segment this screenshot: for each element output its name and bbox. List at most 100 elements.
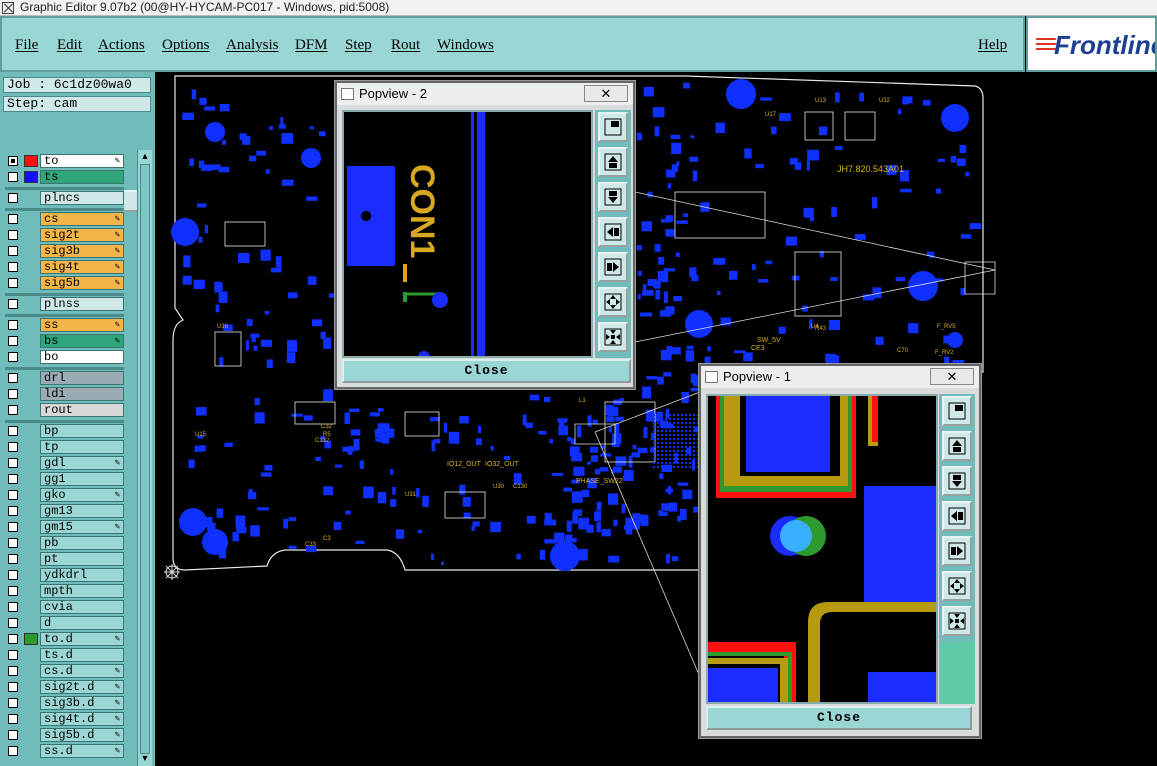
- layer-row-rout[interactable]: rout: [5, 403, 124, 417]
- layer-row-gko[interactable]: gko ✎: [5, 488, 124, 502]
- layer-name[interactable]: rout: [40, 403, 124, 417]
- menu-options[interactable]: Options: [162, 37, 210, 54]
- layer-name[interactable]: cs ✎: [40, 212, 124, 226]
- layer-name[interactable]: gdl ✎: [40, 456, 124, 470]
- layer-name[interactable]: pb: [40, 536, 124, 550]
- layer-name[interactable]: ss ✎: [40, 318, 124, 332]
- popview-2-close-x-button[interactable]: ✕: [584, 85, 628, 102]
- layer-row-ts[interactable]: ts: [5, 170, 124, 184]
- layer-name[interactable]: gm13: [40, 504, 124, 518]
- layer-row-sig3b[interactable]: sig3b ✎: [5, 244, 124, 258]
- layer-row-to[interactable]: to ✎: [5, 154, 124, 168]
- layer-row-ts-d[interactable]: ts.d: [5, 648, 124, 662]
- pcb-board[interactable]: JH7.820.543A01 PHASE_SW22 IO12_OUT IO32_OUT…: [155, 72, 1157, 766]
- layer-row-sig4t-d[interactable]: sig4t.d ✎: [5, 712, 124, 726]
- layer-checkbox[interactable]: [8, 586, 18, 596]
- layer-checkbox[interactable]: [8, 299, 18, 309]
- zoom-fit-icon[interactable]: [598, 112, 628, 142]
- layer-checkbox[interactable]: [8, 474, 18, 484]
- layer-checkbox[interactable]: [8, 352, 18, 362]
- layer-checkbox[interactable]: [8, 682, 18, 692]
- layer-checkbox[interactable]: [8, 522, 18, 532]
- layer-row-tp[interactable]: tp: [5, 440, 124, 454]
- layer-checkbox[interactable]: [8, 320, 18, 330]
- layer-row-to-d[interactable]: to.d ✎: [5, 632, 124, 646]
- layer-name[interactable]: sig4t ✎: [40, 260, 124, 274]
- layer-row-bs[interactable]: bs ✎: [5, 334, 124, 348]
- layer-checkbox[interactable]: [8, 618, 18, 628]
- layer-checkbox[interactable]: [8, 442, 18, 452]
- layer-checkbox[interactable]: [8, 193, 18, 203]
- pan-left-icon[interactable]: [598, 217, 628, 247]
- menu-edit[interactable]: Edit: [57, 37, 82, 54]
- layer-checkbox[interactable]: [8, 634, 18, 644]
- layer-name[interactable]: sig5b.d ✎: [40, 728, 124, 742]
- layer-row-bp[interactable]: bp: [5, 424, 124, 438]
- layer-row-ss-d[interactable]: ss.d ✎: [5, 744, 124, 758]
- pan-right-icon[interactable]: [942, 536, 972, 566]
- layer-checkbox[interactable]: [8, 490, 18, 500]
- pan-down-icon[interactable]: [942, 466, 972, 496]
- scroll-up-arrow-icon[interactable]: ▲: [139, 150, 151, 162]
- layer-checkbox[interactable]: [8, 230, 18, 240]
- layer-checkbox[interactable]: [8, 554, 18, 564]
- zoom-out-icon[interactable]: [942, 606, 972, 636]
- layer-row-gm15[interactable]: gm15 ✎: [5, 520, 124, 534]
- layer-name[interactable]: ts: [40, 170, 124, 184]
- layer-checkbox[interactable]: [8, 506, 18, 516]
- layer-name[interactable]: sig3b ✎: [40, 244, 124, 258]
- layer-row-plncs[interactable]: plncs: [5, 191, 124, 205]
- zoom-out-icon[interactable]: [598, 322, 628, 352]
- popview-2-viewport[interactable]: CON1: [342, 110, 593, 363]
- layer-row-sig5b[interactable]: sig5b ✎: [5, 276, 124, 290]
- layer-row-plnss[interactable]: plnss: [5, 297, 124, 311]
- layer-checkbox[interactable]: [8, 214, 18, 224]
- layer-row-ydkdrl[interactable]: ydkdrl: [5, 568, 124, 582]
- layer-name[interactable]: cs.d ✎: [40, 664, 124, 678]
- zoom-in-icon[interactable]: [598, 287, 628, 317]
- layer-row-sig3b-d[interactable]: sig3b.d ✎: [5, 696, 124, 710]
- layer-checkbox[interactable]: [8, 246, 18, 256]
- menu-file[interactable]: File: [15, 37, 38, 54]
- layer-color-swatch[interactable]: [24, 633, 38, 645]
- popview-2-close-button[interactable]: Close: [342, 359, 631, 383]
- layer-name[interactable]: bp: [40, 424, 124, 438]
- layer-row-sig2t-d[interactable]: sig2t.d ✎: [5, 680, 124, 694]
- layer-name[interactable]: plncs: [40, 191, 124, 205]
- layer-scrollbar[interactable]: ▲ ▼: [137, 150, 152, 766]
- layer-checkbox[interactable]: [8, 538, 18, 548]
- menu-step[interactable]: Step: [345, 37, 372, 54]
- layer-name[interactable]: sig3b.d ✎: [40, 696, 124, 710]
- layer-row-gdl[interactable]: gdl ✎: [5, 456, 124, 470]
- layer-row-gm13[interactable]: gm13: [5, 504, 124, 518]
- layer-checkbox[interactable]: [8, 172, 18, 182]
- layer-checkbox[interactable]: [8, 278, 18, 288]
- layer-checkbox[interactable]: [8, 714, 18, 724]
- layer-checkbox[interactable]: [8, 156, 18, 166]
- layer-row-ss[interactable]: ss ✎: [5, 318, 124, 332]
- layer-checkbox[interactable]: [8, 650, 18, 660]
- layer-row-pb[interactable]: pb: [5, 536, 124, 550]
- layer-name[interactable]: bs ✎: [40, 334, 124, 348]
- layer-name[interactable]: sig4t.d ✎: [40, 712, 124, 726]
- layer-color-swatch[interactable]: [24, 155, 38, 167]
- popview-1-close-x-button[interactable]: ✕: [930, 368, 974, 385]
- layer-row-bo[interactable]: bo: [5, 350, 124, 364]
- layer-row-drl[interactable]: drl: [5, 371, 124, 385]
- menu-windows[interactable]: Windows: [437, 37, 494, 54]
- layer-color-swatch[interactable]: [24, 171, 38, 183]
- layer-checkbox[interactable]: [8, 602, 18, 612]
- layer-row-cs-d[interactable]: cs.d ✎: [5, 664, 124, 678]
- pan-right-icon[interactable]: [598, 252, 628, 282]
- layer-name[interactable]: gg1: [40, 472, 124, 486]
- layer-name[interactable]: ydkdrl: [40, 568, 124, 582]
- layer-name[interactable]: bo: [40, 350, 124, 364]
- layer-row-gg1[interactable]: gg1: [5, 472, 124, 486]
- layer-row-cvia[interactable]: cvia: [5, 600, 124, 614]
- layer-name[interactable]: sig2t ✎: [40, 228, 124, 242]
- layer-checkbox[interactable]: [8, 405, 18, 415]
- layer-checkbox[interactable]: [8, 373, 18, 383]
- zoom-fit-icon[interactable]: [942, 396, 972, 426]
- popview-1-close-button[interactable]: Close: [706, 706, 972, 730]
- layer-row-sig5b-d[interactable]: sig5b.d ✎: [5, 728, 124, 742]
